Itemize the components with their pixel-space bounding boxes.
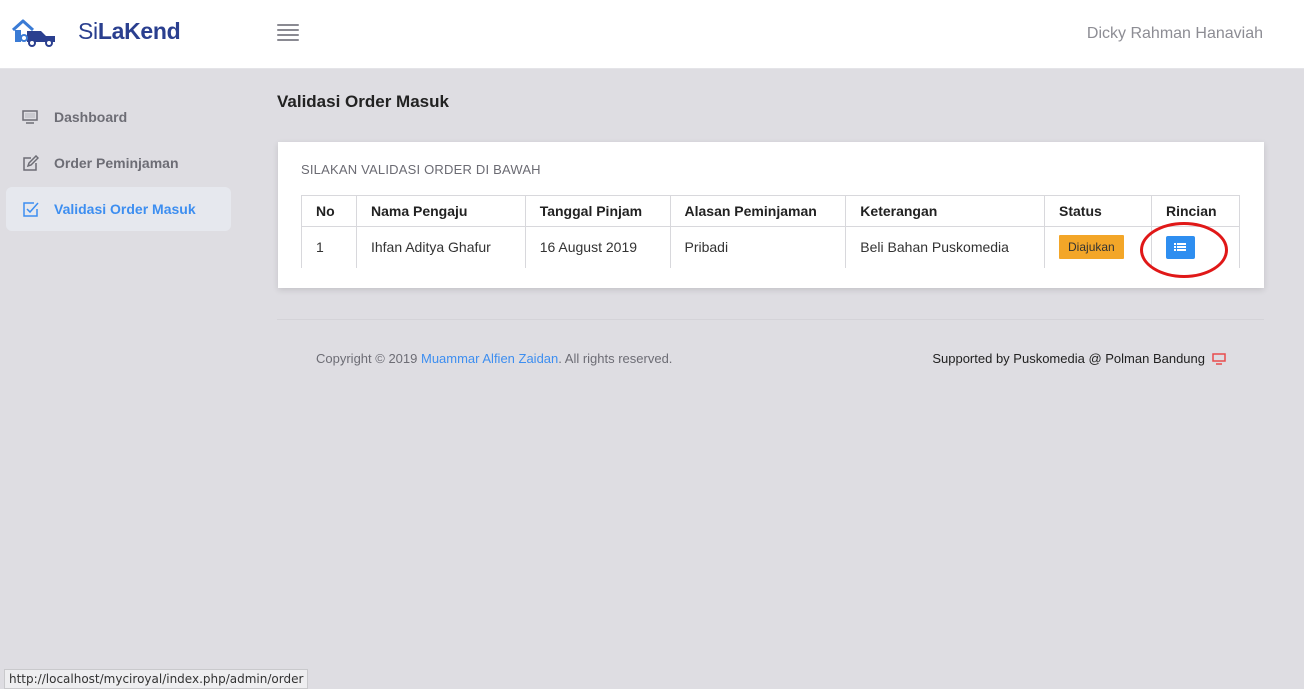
supported-label: Supported by Puskomedia @ Polman Bandung: [932, 351, 1205, 366]
order-table: No Nama Pengaju Tanggal Pinjam Alasan Pe…: [301, 195, 1241, 268]
cell-no: 1: [301, 226, 357, 268]
menu-toggle-icon[interactable]: [277, 24, 299, 43]
sidebar: Dashboard Order Peminjaman Validasi Orde…: [6, 95, 231, 233]
copyright-suffix: . All rights reserved.: [558, 351, 673, 366]
detail-button[interactable]: [1165, 235, 1195, 259]
cell-keterangan: Beli Bahan Puskomedia: [845, 226, 1046, 268]
cell-rincian: [1150, 226, 1241, 268]
edit-icon: [21, 154, 39, 172]
brand-part-light: Si: [78, 18, 98, 44]
sidebar-item-validasi-order-masuk[interactable]: Validasi Order Masuk: [6, 187, 231, 231]
cell-alasan-peminjaman: Pribadi: [669, 226, 847, 268]
column-header-no: No: [301, 195, 357, 227]
cell-tanggal-pinjam: 16 August 2019: [524, 226, 671, 268]
top-navbar: SiLaKend Dicky Rahman Hanaviah: [0, 0, 1304, 69]
order-card: SILAKAN VALIDASI ORDER DI BAWAH No Nama …: [278, 142, 1264, 288]
footer-divider: [277, 319, 1264, 320]
monitor-icon: [1212, 352, 1226, 365]
sidebar-item-label: Order Peminjaman: [54, 155, 179, 171]
sidebar-item-order-peminjaman[interactable]: Order Peminjaman: [6, 141, 231, 185]
car-logo-icon[interactable]: [11, 17, 57, 47]
monitor-icon: [21, 108, 39, 126]
sidebar-item-label: Dashboard: [54, 109, 128, 125]
sidebar-item-label: Validasi Order Masuk: [54, 201, 196, 217]
status-badge: Diajukan: [1059, 235, 1124, 260]
column-header-alasan-peminjaman: Alasan Peminjaman: [669, 195, 847, 227]
card-header: SILAKAN VALIDASI ORDER DI BAWAH: [301, 162, 541, 177]
user-name[interactable]: Dicky Rahman Hanaviah: [1087, 25, 1263, 43]
list-icon: [1174, 243, 1187, 252]
column-header-keterangan: Keterangan: [845, 195, 1046, 227]
brand-part-bold: LaKend: [97, 18, 181, 44]
author-link[interactable]: Muammar Alfien Zaidan: [421, 351, 558, 366]
checkbox-icon: [21, 200, 39, 218]
app-brand[interactable]: SiLaKend: [78, 18, 181, 45]
column-header-status: Status: [1044, 195, 1152, 227]
column-header-tanggal-pinjam: Tanggal Pinjam: [524, 195, 671, 227]
column-header-nama-pengaju: Nama Pengaju: [355, 195, 526, 227]
copyright-prefix: Copyright © 2019: [316, 351, 421, 366]
cell-nama-pengaju: Ihfan Aditya Ghafur: [355, 226, 526, 268]
supported-by-text: Supported by Puskomedia @ Polman Bandung: [932, 351, 1226, 366]
cell-status: Diajukan: [1044, 226, 1152, 268]
column-header-rincian: Rincian: [1150, 195, 1241, 227]
copyright-text: Copyright © 2019 Muammar Alfien Zaidan. …: [316, 351, 672, 366]
sidebar-item-dashboard[interactable]: Dashboard: [6, 95, 231, 139]
page-title: Validasi Order Masuk: [277, 92, 449, 111]
table-header-row: No Nama Pengaju Tanggal Pinjam Alasan Pe…: [301, 195, 1241, 227]
browser-status-url: http://localhost/myciroyal/index.php/adm…: [4, 669, 309, 689]
table-row: 1 Ihfan Aditya Ghafur 16 August 2019 Pri…: [301, 226, 1241, 268]
